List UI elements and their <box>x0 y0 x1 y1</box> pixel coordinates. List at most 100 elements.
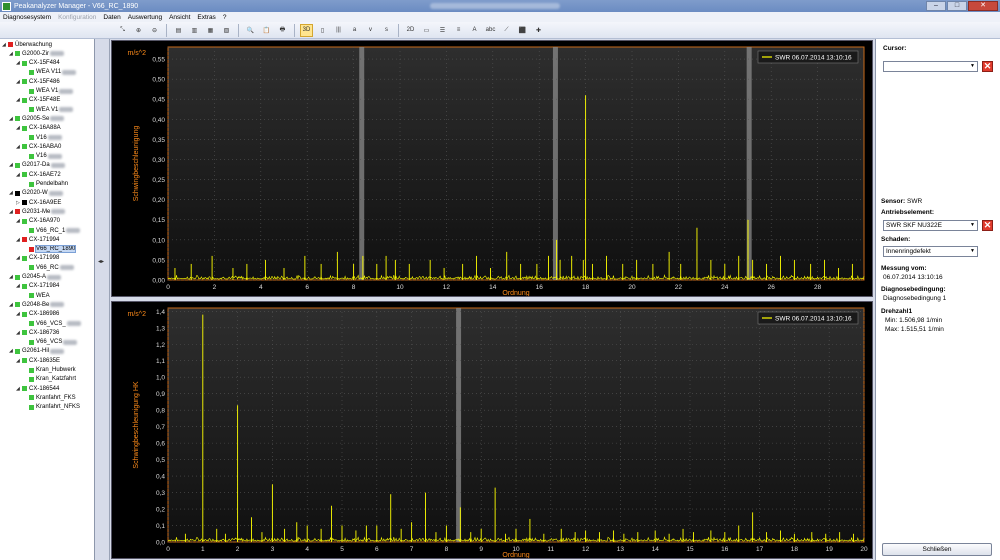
tree-item[interactable]: ◢ CX-186736 <box>16 328 59 337</box>
bars-button[interactable]: ||| <box>332 24 345 37</box>
tree-item[interactable]: ◢ G2045-A <box>9 273 62 282</box>
2d-view-button[interactable]: 2D <box>404 24 417 37</box>
tree-item[interactable]: ▷ CX-16A9EE <box>16 198 61 207</box>
blurred-text <box>50 348 65 354</box>
close-button[interactable]: Schließen <box>882 543 992 556</box>
y-tick-label: 1,1 <box>156 358 165 365</box>
text-abc-button[interactable]: abc <box>484 24 497 37</box>
menu-item-6[interactable]: ? <box>223 14 227 21</box>
menu-item-1[interactable]: Konfiguration <box>58 14 96 21</box>
schaden-select[interactable]: Innenringdefekt ▼ <box>883 246 978 257</box>
marker-button[interactable]: ⬛ <box>516 24 529 37</box>
tree-item[interactable]: Kran_Hubwerk <box>23 366 76 375</box>
tree-item[interactable]: V66_VCS <box>23 338 78 347</box>
maximize-button[interactable]: □ <box>947 1 967 11</box>
tree-item[interactable]: V66_VCS_ <box>23 319 81 328</box>
trend-line-button[interactable]: ⟋ <box>500 24 513 37</box>
clear-antrieb-button[interactable]: ✕ <box>982 220 993 231</box>
fit-all-button[interactable]: ⤡ <box>116 24 129 37</box>
tree-item[interactable]: V66_RC_1 <box>23 226 81 235</box>
menu-item-0[interactable]: Diagnosesystem <box>3 14 51 21</box>
x-tick-label: 10 <box>396 284 404 291</box>
tree-item[interactable]: Kranfahrt_NFKS <box>23 403 80 412</box>
spectrum-view-button[interactable]: ▤ <box>172 24 185 37</box>
tree-item[interactable]: ◢ G2020-W <box>9 189 63 198</box>
spectrum-chart-bottom[interactable]: 0,0 0,1 0,2 0,3 0,4 0,5 0,6 0,7 0,8 0,9 1,0 1,1 1,2 1… <box>111 301 873 559</box>
collapse-arrows-icon[interactable]: ◂▸ <box>98 258 104 265</box>
tree-item[interactable]: ◢ CX-171994 <box>16 235 59 244</box>
tree-item[interactable]: ◢ G2061-Hil <box>9 347 65 356</box>
text-a-button[interactable]: A <box>468 24 481 37</box>
tree-item[interactable]: ◢ CX-16AE72 <box>16 170 61 179</box>
italic-v-button[interactable]: v <box>364 24 377 37</box>
print-button[interactable]: 🖶 <box>276 24 289 37</box>
tree-item[interactable]: ◢ G2017-Da <box>9 161 65 170</box>
status-icon <box>29 153 34 159</box>
tree-item[interactable]: ◢ CX-16A970 <box>16 217 60 226</box>
spectrum-chart-top[interactable]: 0,00 0,05 0,10 0,15 0,20 0,25 0,30 0,35 0,40 0,45… <box>111 40 873 297</box>
tree-item[interactable]: V66_RC_1890 <box>23 245 77 254</box>
tree-item[interactable]: Pendelbahn <box>23 180 68 189</box>
antriebselement-select[interactable]: SWR SKF NU322E ▼ <box>883 220 978 231</box>
tree-item[interactable]: WEA <box>23 291 50 300</box>
tree-item[interactable]: ◢ Überwachung <box>2 40 52 49</box>
tree-item[interactable]: ◢ CX-16ABA0 <box>16 142 61 151</box>
blurred-text <box>47 135 62 140</box>
search-button[interactable]: 🔍 <box>244 24 257 37</box>
tree-item[interactable]: ◢ CX-18635E <box>16 356 60 365</box>
sensor-label: Sensor: <box>881 198 906 205</box>
legend-button[interactable]: ≡ <box>452 24 465 37</box>
tree-item[interactable]: WEA V11 <box>23 68 77 77</box>
list-view-button[interactable]: ☰ <box>436 24 449 37</box>
x-tick-label: 24 <box>721 284 729 291</box>
spectrum-table-button[interactable]: ▧ <box>220 24 233 37</box>
tree-item[interactable]: V66_RC <box>23 263 74 272</box>
menu-item-3[interactable]: Auswertung <box>128 14 162 21</box>
zoom-out-button[interactable]: ⊖ <box>148 24 161 37</box>
tree-item[interactable]: V16 <box>23 133 62 142</box>
spectrum-compare-button[interactable]: ▥ <box>188 24 201 37</box>
frame-button[interactable]: ▭ <box>420 24 433 37</box>
menu-item-2[interactable]: Daten <box>103 14 120 21</box>
equipment-tree: ◢ Überwachung ◢ G2000-Zir ◢ CX-15F484 WEA V11 ◢… <box>0 39 95 560</box>
tree-item[interactable]: ◢ CX-171998 <box>16 254 59 263</box>
italic-a-button[interactable]: a <box>348 24 361 37</box>
tree-item[interactable]: ◢ CX-15F48E <box>16 96 60 105</box>
italic-s-button[interactable]: s <box>380 24 393 37</box>
tree-item[interactable]: ◢ G2031-Me <box>9 207 66 216</box>
tree-item-label: Überwachung <box>15 41 53 48</box>
tree-item[interactable]: WEA V1 <box>23 87 74 96</box>
clipboard-button[interactable]: 📋 <box>260 24 273 37</box>
tree-item[interactable]: ◢ CX-186986 <box>16 310 59 319</box>
menu-item-4[interactable]: Ansicht <box>169 14 190 21</box>
minimize-button[interactable]: – <box>926 1 946 11</box>
zoom-in-button[interactable]: ⊕ <box>132 24 145 37</box>
tree-item[interactable]: ◢ CX-186544 <box>16 384 59 393</box>
tree-item[interactable]: ◢ CX-15F484 <box>16 59 60 68</box>
tree-item[interactable]: V16 <box>23 152 62 161</box>
tree-item[interactable]: ◢ G2048-Be <box>9 300 65 309</box>
spectrum-overlay-button[interactable]: ▦ <box>204 24 217 37</box>
y-tick-label: 1,0 <box>156 375 165 382</box>
tree-item[interactable]: ◢ CX-15F486 <box>16 77 60 86</box>
close-window-button[interactable]: ✕ <box>968 1 998 11</box>
3d-view-button[interactable]: 3D <box>300 23 313 37</box>
menu-item-5[interactable]: Extras <box>197 14 215 21</box>
cursor-cross-button[interactable]: ✚ <box>532 24 545 37</box>
y-tick-label: 0,15 <box>152 217 165 224</box>
status-icon <box>22 311 27 317</box>
blurred-text <box>51 209 66 215</box>
cursor-select[interactable]: ▼ <box>883 61 978 72</box>
splitter[interactable] <box>95 39 110 560</box>
x-tick-label: 3 <box>271 546 275 553</box>
tree-item[interactable]: ◢ CX-16A88A <box>16 124 61 133</box>
clear-cursor-button[interactable]: ✕ <box>982 61 993 72</box>
tree-item[interactable]: ◢ G2005-Se <box>9 114 65 123</box>
waterfall-button[interactable]: ▯ <box>316 24 329 37</box>
tree-item[interactable]: Kranfahrt_FKS <box>23 393 76 402</box>
trend-line-icon: ⟋ <box>504 26 509 33</box>
tree-item[interactable]: Kran_Katzfahrt <box>23 375 76 384</box>
tree-item[interactable]: ◢ G2000-Zir <box>9 49 65 58</box>
tree-item[interactable]: ◢ CX-171984 <box>16 282 59 291</box>
tree-item[interactable]: WEA V1 <box>23 105 74 114</box>
